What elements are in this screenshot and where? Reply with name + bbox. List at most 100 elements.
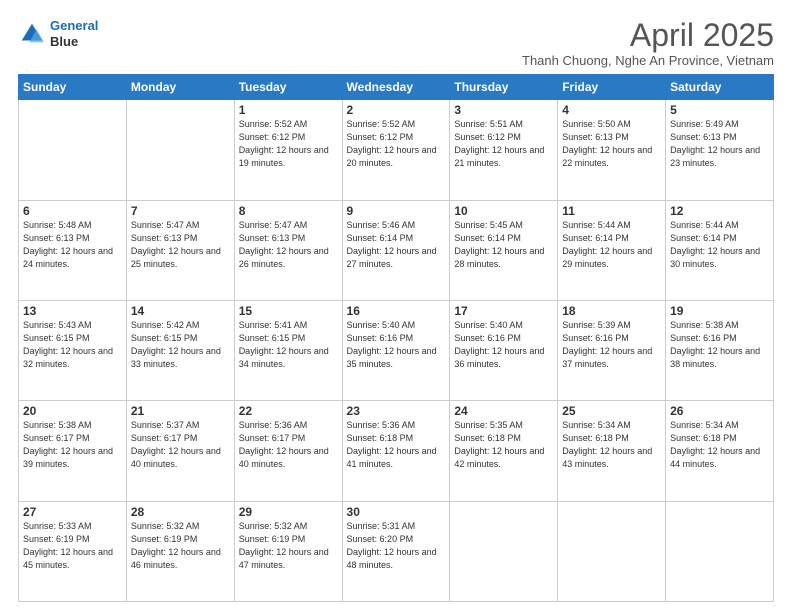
day-number: 12	[670, 204, 769, 218]
day-info: Sunrise: 5:48 AM Sunset: 6:13 PM Dayligh…	[23, 219, 122, 271]
day-info: Sunrise: 5:44 AM Sunset: 6:14 PM Dayligh…	[562, 219, 661, 271]
day-number: 24	[454, 404, 553, 418]
table-row: 26Sunrise: 5:34 AM Sunset: 6:18 PM Dayli…	[666, 401, 774, 501]
day-number: 17	[454, 304, 553, 318]
logo-line1: General	[50, 18, 98, 33]
day-info: Sunrise: 5:50 AM Sunset: 6:13 PM Dayligh…	[562, 118, 661, 170]
table-row: 12Sunrise: 5:44 AM Sunset: 6:14 PM Dayli…	[666, 200, 774, 300]
day-info: Sunrise: 5:51 AM Sunset: 6:12 PM Dayligh…	[454, 118, 553, 170]
title-block: April 2025 Thanh Chuong, Nghe An Provinc…	[522, 18, 774, 68]
table-row	[19, 100, 127, 200]
logo-text: General Blue	[50, 18, 98, 49]
day-info: Sunrise: 5:32 AM Sunset: 6:19 PM Dayligh…	[239, 520, 338, 572]
day-number: 16	[347, 304, 446, 318]
day-number: 26	[670, 404, 769, 418]
calendar-table: Sunday Monday Tuesday Wednesday Thursday…	[18, 74, 774, 602]
col-wednesday: Wednesday	[342, 75, 450, 100]
day-info: Sunrise: 5:52 AM Sunset: 6:12 PM Dayligh…	[239, 118, 338, 170]
table-row	[126, 100, 234, 200]
day-info: Sunrise: 5:45 AM Sunset: 6:14 PM Dayligh…	[454, 219, 553, 271]
day-info: Sunrise: 5:34 AM Sunset: 6:18 PM Dayligh…	[562, 419, 661, 471]
table-row: 5Sunrise: 5:49 AM Sunset: 6:13 PM Daylig…	[666, 100, 774, 200]
table-row: 16Sunrise: 5:40 AM Sunset: 6:16 PM Dayli…	[342, 300, 450, 400]
day-info: Sunrise: 5:44 AM Sunset: 6:14 PM Dayligh…	[670, 219, 769, 271]
day-info: Sunrise: 5:42 AM Sunset: 6:15 PM Dayligh…	[131, 319, 230, 371]
day-info: Sunrise: 5:41 AM Sunset: 6:15 PM Dayligh…	[239, 319, 338, 371]
table-row: 30Sunrise: 5:31 AM Sunset: 6:20 PM Dayli…	[342, 501, 450, 601]
day-number: 13	[23, 304, 122, 318]
table-row: 11Sunrise: 5:44 AM Sunset: 6:14 PM Dayli…	[558, 200, 666, 300]
table-row: 24Sunrise: 5:35 AM Sunset: 6:18 PM Dayli…	[450, 401, 558, 501]
day-info: Sunrise: 5:40 AM Sunset: 6:16 PM Dayligh…	[347, 319, 446, 371]
day-info: Sunrise: 5:43 AM Sunset: 6:15 PM Dayligh…	[23, 319, 122, 371]
day-number: 9	[347, 204, 446, 218]
day-number: 25	[562, 404, 661, 418]
table-row: 13Sunrise: 5:43 AM Sunset: 6:15 PM Dayli…	[19, 300, 127, 400]
calendar-week-row: 20Sunrise: 5:38 AM Sunset: 6:17 PM Dayli…	[19, 401, 774, 501]
table-row: 18Sunrise: 5:39 AM Sunset: 6:16 PM Dayli…	[558, 300, 666, 400]
day-number: 18	[562, 304, 661, 318]
day-info: Sunrise: 5:47 AM Sunset: 6:13 PM Dayligh…	[131, 219, 230, 271]
table-row: 29Sunrise: 5:32 AM Sunset: 6:19 PM Dayli…	[234, 501, 342, 601]
day-number: 29	[239, 505, 338, 519]
day-number: 28	[131, 505, 230, 519]
table-row: 14Sunrise: 5:42 AM Sunset: 6:15 PM Dayli…	[126, 300, 234, 400]
day-number: 20	[23, 404, 122, 418]
table-row: 20Sunrise: 5:38 AM Sunset: 6:17 PM Dayli…	[19, 401, 127, 501]
table-row: 21Sunrise: 5:37 AM Sunset: 6:17 PM Dayli…	[126, 401, 234, 501]
day-info: Sunrise: 5:40 AM Sunset: 6:16 PM Dayligh…	[454, 319, 553, 371]
day-info: Sunrise: 5:32 AM Sunset: 6:19 PM Dayligh…	[131, 520, 230, 572]
calendar-header-row: Sunday Monday Tuesday Wednesday Thursday…	[19, 75, 774, 100]
day-info: Sunrise: 5:31 AM Sunset: 6:20 PM Dayligh…	[347, 520, 446, 572]
table-row: 10Sunrise: 5:45 AM Sunset: 6:14 PM Dayli…	[450, 200, 558, 300]
table-row: 19Sunrise: 5:38 AM Sunset: 6:16 PM Dayli…	[666, 300, 774, 400]
day-number: 7	[131, 204, 230, 218]
day-info: Sunrise: 5:38 AM Sunset: 6:17 PM Dayligh…	[23, 419, 122, 471]
day-info: Sunrise: 5:47 AM Sunset: 6:13 PM Dayligh…	[239, 219, 338, 271]
day-number: 6	[23, 204, 122, 218]
calendar-week-row: 27Sunrise: 5:33 AM Sunset: 6:19 PM Dayli…	[19, 501, 774, 601]
table-row	[450, 501, 558, 601]
table-row: 27Sunrise: 5:33 AM Sunset: 6:19 PM Dayli…	[19, 501, 127, 601]
day-number: 10	[454, 204, 553, 218]
day-number: 5	[670, 103, 769, 117]
day-number: 15	[239, 304, 338, 318]
header: General Blue April 2025 Thanh Chuong, Ng…	[18, 18, 774, 68]
day-info: Sunrise: 5:36 AM Sunset: 6:17 PM Dayligh…	[239, 419, 338, 471]
day-number: 8	[239, 204, 338, 218]
day-info: Sunrise: 5:36 AM Sunset: 6:18 PM Dayligh…	[347, 419, 446, 471]
table-row: 4Sunrise: 5:50 AM Sunset: 6:13 PM Daylig…	[558, 100, 666, 200]
day-info: Sunrise: 5:52 AM Sunset: 6:12 PM Dayligh…	[347, 118, 446, 170]
table-row	[666, 501, 774, 601]
day-number: 22	[239, 404, 338, 418]
table-row: 25Sunrise: 5:34 AM Sunset: 6:18 PM Dayli…	[558, 401, 666, 501]
table-row: 3Sunrise: 5:51 AM Sunset: 6:12 PM Daylig…	[450, 100, 558, 200]
calendar-week-row: 6Sunrise: 5:48 AM Sunset: 6:13 PM Daylig…	[19, 200, 774, 300]
day-number: 1	[239, 103, 338, 117]
logo: General Blue	[18, 18, 98, 49]
table-row: 22Sunrise: 5:36 AM Sunset: 6:17 PM Dayli…	[234, 401, 342, 501]
month-title: April 2025	[522, 18, 774, 53]
day-info: Sunrise: 5:37 AM Sunset: 6:17 PM Dayligh…	[131, 419, 230, 471]
table-row: 9Sunrise: 5:46 AM Sunset: 6:14 PM Daylig…	[342, 200, 450, 300]
logo-icon	[18, 20, 46, 48]
location: Thanh Chuong, Nghe An Province, Vietnam	[522, 53, 774, 68]
day-number: 3	[454, 103, 553, 117]
col-saturday: Saturday	[666, 75, 774, 100]
table-row: 17Sunrise: 5:40 AM Sunset: 6:16 PM Dayli…	[450, 300, 558, 400]
day-info: Sunrise: 5:33 AM Sunset: 6:19 PM Dayligh…	[23, 520, 122, 572]
calendar-week-row: 13Sunrise: 5:43 AM Sunset: 6:15 PM Dayli…	[19, 300, 774, 400]
day-number: 19	[670, 304, 769, 318]
day-info: Sunrise: 5:49 AM Sunset: 6:13 PM Dayligh…	[670, 118, 769, 170]
day-info: Sunrise: 5:39 AM Sunset: 6:16 PM Dayligh…	[562, 319, 661, 371]
day-number: 4	[562, 103, 661, 117]
day-number: 11	[562, 204, 661, 218]
table-row: 15Sunrise: 5:41 AM Sunset: 6:15 PM Dayli…	[234, 300, 342, 400]
table-row: 2Sunrise: 5:52 AM Sunset: 6:12 PM Daylig…	[342, 100, 450, 200]
table-row: 7Sunrise: 5:47 AM Sunset: 6:13 PM Daylig…	[126, 200, 234, 300]
day-number: 2	[347, 103, 446, 117]
logo-line2: Blue	[50, 34, 98, 50]
day-number: 27	[23, 505, 122, 519]
day-info: Sunrise: 5:38 AM Sunset: 6:16 PM Dayligh…	[670, 319, 769, 371]
col-friday: Friday	[558, 75, 666, 100]
